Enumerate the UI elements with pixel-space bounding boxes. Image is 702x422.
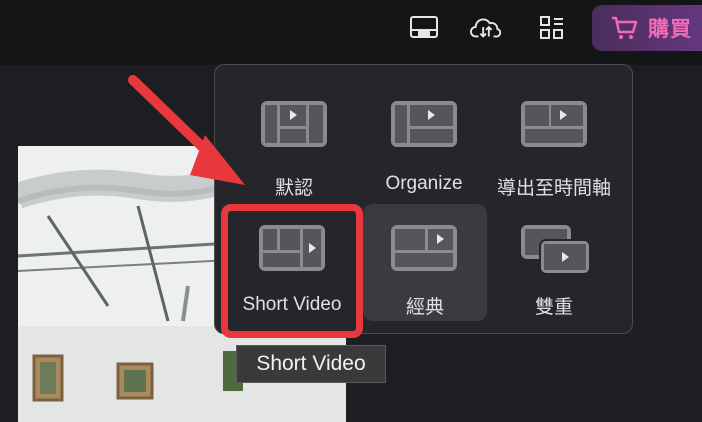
layout-option-organize[interactable]: Organize [363, 85, 485, 199]
buy-label: 購買 [648, 18, 692, 41]
layout-option-label: Organize [385, 173, 463, 194]
layout-menu: 默認 Organize 導出至時間軸 Short Video 經典 雙重 [214, 64, 633, 338]
layout-option-label: 默認 [274, 178, 313, 199]
tooltip: Short Video [236, 345, 386, 383]
cloud-sync-icon[interactable] [470, 12, 502, 44]
cart-icon [610, 15, 638, 41]
layout-option-export-timeline[interactable]: 導出至時間軸 [493, 85, 615, 199]
layout-option-dual[interactable]: 雙重 [493, 204, 615, 318]
default-layout-icon [233, 85, 355, 165]
top-toolbar: 購買 [0, 0, 702, 65]
layout-icon[interactable] [408, 12, 440, 44]
layout-option-short-video[interactable]: Short Video [221, 204, 363, 338]
short-video-layout-icon [231, 210, 353, 290]
layout-option-label: Short Video [242, 294, 342, 315]
buy-button[interactable]: 購買 [592, 5, 702, 51]
layout-option-label: 導出至時間軸 [496, 178, 611, 199]
dual-layout-icon [493, 204, 615, 284]
layout-option-default[interactable]: 默認 [233, 85, 355, 199]
organize-layout-icon [363, 85, 485, 165]
grid-apps-icon[interactable] [536, 12, 568, 44]
export-timeline-layout-icon [493, 85, 615, 165]
layout-option-label: 雙重 [534, 297, 573, 318]
layout-option-label: 經典 [405, 297, 444, 318]
layout-option-classic[interactable]: 經典 [363, 204, 487, 321]
classic-layout-icon [363, 204, 485, 284]
